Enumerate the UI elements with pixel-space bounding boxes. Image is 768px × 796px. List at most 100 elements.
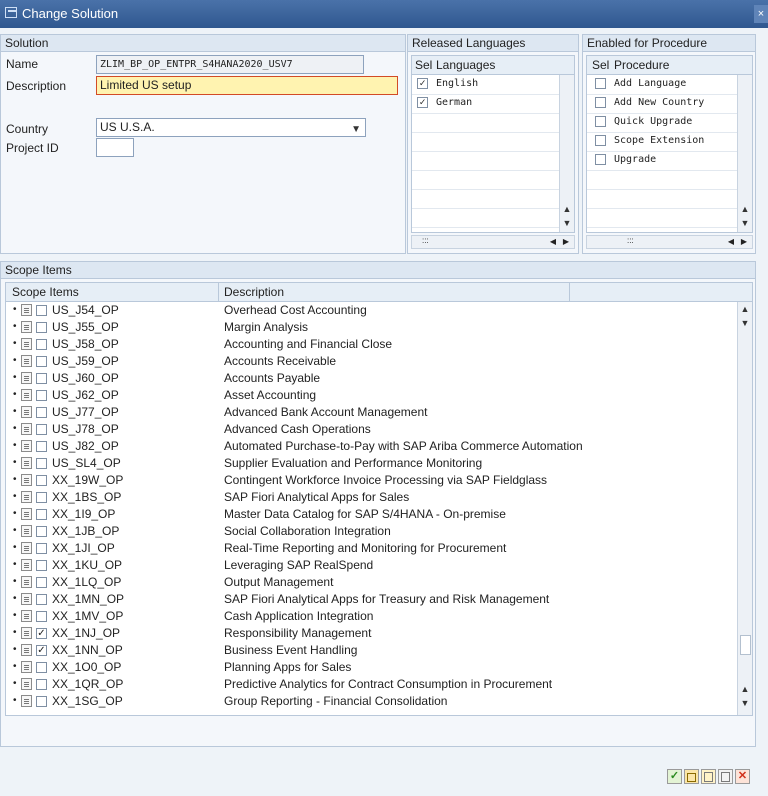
- empty-row: [412, 170, 559, 190]
- scope-item-checkbox[interactable]: [36, 679, 47, 690]
- scroll-left-icon[interactable]: ◀: [550, 237, 556, 246]
- scope-item-row[interactable]: • ✓ XX_1NJ_OP Responsibility Management: [11, 625, 734, 642]
- scope-item-row[interactable]: • US_J59_OP Accounts Receivable: [11, 353, 734, 370]
- scope-item-row[interactable]: • XX_1O0_OP Planning Apps for Sales: [11, 659, 734, 676]
- checkbox[interactable]: ✓: [417, 78, 428, 89]
- document-icon: [21, 372, 32, 384]
- procedure-row[interactable]: Add Language: [587, 75, 737, 95]
- scope-item-checkbox[interactable]: [36, 356, 47, 367]
- checkbox[interactable]: [595, 135, 606, 146]
- scope-item-checkbox[interactable]: [36, 696, 47, 707]
- scope-item-row[interactable]: • XX_1JI_OP Real-Time Reporting and Monito…: [11, 540, 734, 557]
- scope-item-row[interactable]: • US_J78_OP Advanced Cash Operations: [11, 421, 734, 438]
- scope-item-row[interactable]: • XX_1JB_OP Social Collaboration Integrati…: [11, 523, 734, 540]
- scope-item-row[interactable]: • US_J77_OP Advanced Bank Account Manageme…: [11, 404, 734, 421]
- scope-item-description: Asset Accounting: [224, 388, 317, 402]
- scope-item-checkbox[interactable]: [36, 339, 47, 350]
- scroll-left-icon[interactable]: ◀: [728, 237, 734, 246]
- scope-item-row[interactable]: • XX_1MN_OP SAP Fiori Analytical Apps for …: [11, 591, 734, 608]
- chevron-down-icon[interactable]: ▼: [351, 121, 361, 136]
- scroll-up-icon[interactable]: ▲: [738, 684, 752, 694]
- scroll-right-icon[interactable]: ▶: [563, 237, 569, 246]
- name-field[interactable]: ZLIM_BP_OP_ENTPR_S4HANA2020_USV7: [96, 55, 364, 74]
- scroll-up-icon[interactable]: ▲: [738, 304, 752, 314]
- procedure-row[interactable]: Add New Country: [587, 94, 737, 114]
- scope-item-checkbox[interactable]: [36, 577, 47, 588]
- project-id-field[interactable]: [96, 138, 134, 157]
- tree-bullet-icon: •: [13, 355, 17, 366]
- scope-item-checkbox[interactable]: [36, 509, 47, 520]
- scroll-right-icon[interactable]: ▶: [741, 237, 747, 246]
- scope-item-checkbox[interactable]: [36, 543, 47, 554]
- scope-item-checkbox[interactable]: [36, 305, 47, 316]
- procedure-row[interactable]: Scope Extension: [587, 132, 737, 152]
- scope-item-row[interactable]: • ✓ XX_1NN_OP Business Event Handling: [11, 642, 734, 659]
- procedure-row[interactable]: Upgrade: [587, 151, 737, 171]
- scope-item-checkbox[interactable]: [36, 373, 47, 384]
- scope-item-checkbox[interactable]: [36, 441, 47, 452]
- close-button[interactable]: ×: [754, 5, 768, 23]
- scope-item-checkbox[interactable]: [36, 407, 47, 418]
- save-button[interactable]: [684, 769, 699, 784]
- scope-item-row[interactable]: • US_J54_OP Overhead Cost Accounting: [11, 302, 734, 319]
- scope-item-row[interactable]: • US_J55_OP Margin Analysis: [11, 319, 734, 336]
- scope-item-row[interactable]: • XX_19W_OP Contingent Workforce Invoice P…: [11, 472, 734, 489]
- procedure-row-label: Add Language: [614, 78, 687, 89]
- scope-item-checkbox[interactable]: [36, 611, 47, 622]
- country-dropdown[interactable]: US U.S.A. ▼: [96, 118, 366, 137]
- scroll-down-icon[interactable]: ▼: [560, 218, 574, 228]
- document-icon: [21, 678, 32, 690]
- scope-item-code: XX_1LQ_OP: [52, 575, 122, 589]
- scope-item-row[interactable]: • US_J58_OP Accounting and Financial Close: [11, 336, 734, 353]
- scope-item-checkbox[interactable]: [36, 475, 47, 486]
- procedure-vscroll[interactable]: ▲ ▼: [737, 75, 752, 232]
- scope-item-checkbox[interactable]: [36, 560, 47, 571]
- languages-vscroll[interactable]: ▲ ▼: [559, 75, 574, 232]
- scroll-up-icon[interactable]: ▲: [560, 204, 574, 214]
- check-button[interactable]: ✓: [667, 769, 682, 784]
- scroll-down-icon[interactable]: ▼: [738, 218, 752, 228]
- scope-item-checkbox[interactable]: [36, 390, 47, 401]
- scope-item-checkbox[interactable]: [36, 526, 47, 537]
- scope-item-row[interactable]: • XX_1I9_OP Master Data Catalog for SAP S/…: [11, 506, 734, 523]
- copy-button[interactable]: [701, 769, 716, 784]
- scope-item-checkbox[interactable]: [36, 424, 47, 435]
- scope-item-checkbox[interactable]: [36, 322, 47, 333]
- scope-item-checkbox[interactable]: ✓: [36, 628, 47, 639]
- scope-item-row[interactable]: • XX_1KU_OP Leveraging SAP RealSpend: [11, 557, 734, 574]
- languages-hscroll[interactable]: ::: ◀ ▶: [411, 235, 575, 249]
- cancel-button[interactable]: ✕: [735, 769, 750, 784]
- scope-item-row[interactable]: • US_J62_OP Asset Accounting: [11, 387, 734, 404]
- language-row[interactable]: ✓ German: [412, 94, 559, 114]
- scope-item-checkbox[interactable]: [36, 458, 47, 469]
- checkbox[interactable]: [595, 78, 606, 89]
- document-icon: [21, 593, 32, 605]
- procedure-hscroll[interactable]: ::: ◀ ▶: [586, 235, 753, 249]
- checkbox[interactable]: [595, 154, 606, 165]
- scope-item-row[interactable]: • US_J82_OP Automated Purchase-to-Pay with…: [11, 438, 734, 455]
- scope-item-row[interactable]: • US_SL4_OP Supplier Evaluation and Perfor…: [11, 455, 734, 472]
- scope-item-row[interactable]: • XX_1LQ_OP Output Management: [11, 574, 734, 591]
- scroll-up-icon[interactable]: ▲: [738, 204, 752, 214]
- scope-item-checkbox[interactable]: [36, 662, 47, 673]
- checkbox[interactable]: [595, 97, 606, 108]
- description-field[interactable]: Limited US setup: [96, 76, 398, 95]
- scope-item-row[interactable]: • XX_1BS_OP SAP Fiori Analytical Apps for …: [11, 489, 734, 506]
- scope-item-checkbox[interactable]: [36, 492, 47, 503]
- scope-item-checkbox[interactable]: ✓: [36, 645, 47, 656]
- scope-item-row[interactable]: • XX_1MV_OP Cash Application Integration: [11, 608, 734, 625]
- checkbox[interactable]: ✓: [417, 97, 428, 108]
- scope-vscroll[interactable]: ▲ ▼ ▲ ▼: [737, 302, 752, 715]
- scroll-down-icon[interactable]: ▼: [738, 318, 752, 328]
- language-row[interactable]: ✓ English: [412, 75, 559, 95]
- scroll-thumb[interactable]: [740, 635, 751, 655]
- language-row-label: English: [436, 78, 479, 89]
- checkbox[interactable]: [595, 116, 606, 127]
- scroll-down-icon[interactable]: ▼: [738, 698, 752, 708]
- procedure-row[interactable]: Quick Upgrade: [587, 113, 737, 133]
- new-button[interactable]: [718, 769, 733, 784]
- scope-item-row[interactable]: • XX_1SG_OP Group Reporting - Financial Co…: [11, 693, 734, 710]
- scope-item-row[interactable]: • XX_1QR_OP Predictive Analytics for Contr…: [11, 676, 734, 693]
- scope-item-checkbox[interactable]: [36, 594, 47, 605]
- scope-item-row[interactable]: • US_J60_OP Accounts Payable: [11, 370, 734, 387]
